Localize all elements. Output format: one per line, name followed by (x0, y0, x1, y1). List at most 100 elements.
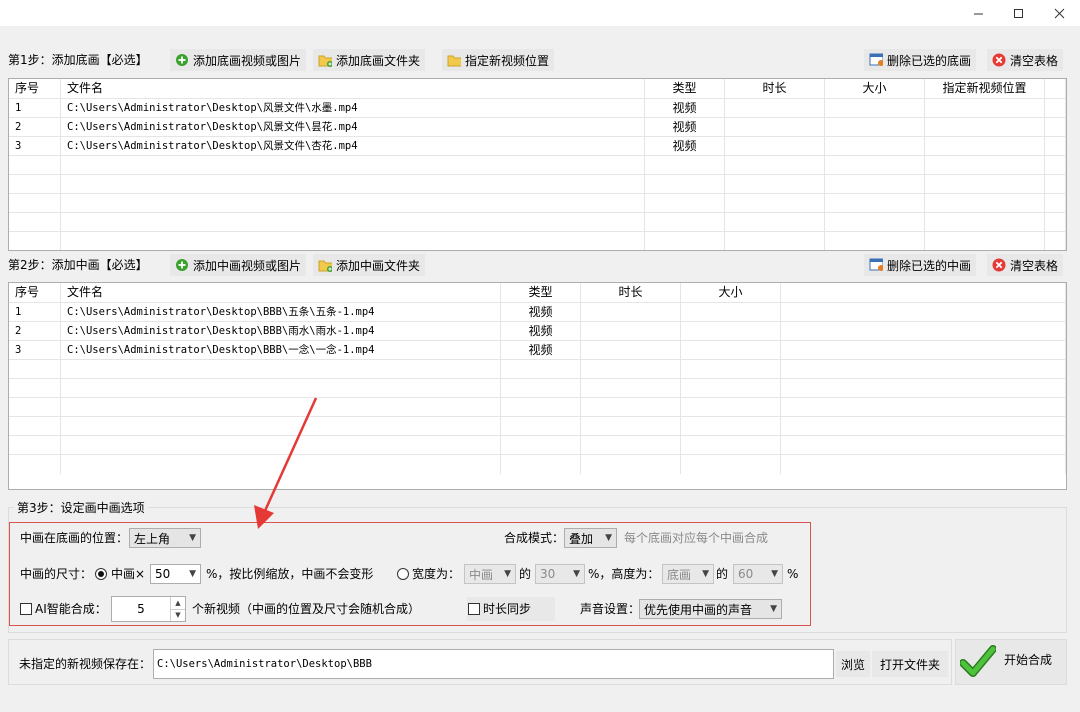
width-percent-select[interactable]: 30 ▼ (535, 564, 585, 584)
percent-suffix: % (787, 567, 799, 581)
add-overlay-folder-button[interactable]: 添加中画文件夹 (313, 254, 426, 276)
title-bar (0, 0, 1080, 26)
width-percent-value: 30 (540, 567, 556, 581)
col-filename[interactable]: 文件名 (61, 283, 501, 302)
folder-add-icon (318, 258, 332, 272)
ai-checkbox[interactable] (20, 603, 32, 615)
table-row[interactable]: 1 C:\Users\Administrator\Desktop\BBB\五条\… (9, 303, 1066, 322)
clear-icon (992, 53, 1006, 67)
add-overlay-media-button[interactable]: 添加中画视频或图片 (170, 254, 307, 276)
delete-selected-base-button[interactable]: 删除已选的底画 (864, 49, 977, 71)
table-row[interactable]: 2 C:\Users\Administrator\Desktop\风景文件\昙花… (9, 118, 1066, 137)
row-type: 视频 (501, 341, 581, 359)
start-label: 开始合成 (1004, 653, 1053, 667)
chevron-down-icon: ▼ (771, 569, 778, 579)
empty-row (9, 232, 1066, 250)
table-row[interactable]: 2 C:\Users\Administrator\Desktop\BBB\雨水\… (9, 322, 1066, 341)
radio-selected-icon (95, 568, 107, 580)
minimize-icon (973, 13, 983, 14)
spin-down-icon[interactable]: ▼ (171, 610, 185, 622)
spin-up-icon[interactable]: ▲ (171, 597, 185, 610)
table-row[interactable]: 1 C:\Users\Administrator\Desktop\风景文件\水墨… (9, 99, 1066, 118)
col-index[interactable]: 序号 (9, 79, 61, 98)
open-folder-button[interactable]: 打开文件夹 (872, 651, 948, 677)
clear-icon (992, 258, 1006, 272)
col-duration[interactable]: 时长 (725, 79, 825, 98)
ai-count-spinner[interactable]: 5 ▲ ▼ (111, 596, 186, 622)
add-overlay-folder-label: 添加中画文件夹 (336, 258, 421, 273)
empty-row (9, 455, 1066, 474)
height-percent-select[interactable]: 60 ▼ (733, 564, 783, 584)
row-filler (781, 322, 1066, 340)
step1-title: 第1步：添加底画【必选】 (8, 53, 148, 67)
delete-selected-icon (869, 258, 883, 272)
ai-suffix: 个新视频（中画的位置及尺寸会随机合成） (192, 602, 421, 616)
overlay-video-table[interactable]: 序号 文件名 类型 时长 大小 1 C:\Users\Administrator… (8, 282, 1067, 490)
clear-table-1-button[interactable]: 清空表格 (987, 49, 1064, 71)
output-path-input[interactable]: C:\Users\Administrator\Desktop\BBB (153, 649, 834, 679)
chevron-down-icon: ▼ (189, 533, 196, 543)
table-row[interactable]: 3 C:\Users\Administrator\Desktop\风景文件\杏花… (9, 137, 1066, 156)
radio-unselected-icon (397, 568, 409, 580)
row-duration (725, 137, 825, 155)
row-location (925, 99, 1045, 117)
ratio-radio[interactable] (95, 568, 107, 580)
folder-add-icon (318, 53, 332, 67)
col-type[interactable]: 类型 (645, 79, 725, 98)
duration-sync-label: 时长同步 (483, 602, 532, 616)
row-file: C:\Users\Administrator\Desktop\BBB\雨水\雨水… (61, 322, 501, 340)
audio-value: 优先使用中画的声音 (644, 602, 753, 617)
col-size[interactable]: 大小 (681, 283, 781, 302)
row-type: 视频 (501, 303, 581, 321)
chevron-down-icon: ▼ (573, 569, 580, 579)
add-base-media-label: 添加底画视频或图片 (193, 53, 302, 68)
col-size[interactable]: 大小 (825, 79, 925, 98)
delete-selected-overlay-label: 删除已选的中画 (887, 258, 972, 273)
row-file: C:\Users\Administrator\Desktop\风景文件\昙花.m… (61, 118, 645, 136)
empty-row (9, 436, 1066, 455)
clear-table-2-label: 清空表格 (1010, 258, 1059, 273)
col-new-location[interactable]: 指定新视频位置 (925, 79, 1045, 98)
maximize-button[interactable] (995, 0, 1041, 26)
row-size (681, 322, 781, 340)
base-video-table[interactable]: 序号 文件名 类型 时长 大小 指定新视频位置 1 C:\Users\Admin… (8, 78, 1067, 251)
width-radio[interactable] (397, 568, 409, 583)
col-filename[interactable]: 文件名 (61, 79, 645, 98)
height-label: %，高度为： (588, 567, 660, 581)
add-base-media-button[interactable]: 添加底画视频或图片 (170, 49, 307, 71)
add-circle-icon (175, 258, 189, 272)
row-filler (1045, 118, 1066, 136)
table-row[interactable]: 3 C:\Users\Administrator\Desktop\BBB\一念\… (9, 341, 1066, 360)
ratio-select[interactable]: 50 ▼ (150, 564, 201, 584)
blend-mode-select[interactable]: 叠加 ▼ (564, 528, 617, 548)
width-ref-select[interactable]: 中画 ▼ (464, 564, 516, 584)
row-filler (781, 341, 1066, 359)
delete-selected-overlay-button[interactable]: 删除已选的中画 (864, 254, 977, 276)
of-label-1: 的 (519, 567, 532, 581)
set-new-video-location-button[interactable]: 指定新视频位置 (442, 49, 555, 71)
col-type[interactable]: 类型 (501, 283, 581, 302)
chevron-down-icon: ▼ (504, 569, 511, 579)
row-size (681, 341, 781, 359)
empty-row (9, 175, 1066, 194)
add-base-folder-button[interactable]: 添加底画文件夹 (313, 49, 426, 71)
table-header: 序号 文件名 类型 时长 大小 指定新视频位置 (9, 79, 1066, 99)
size-label: 中画的尺寸： (20, 567, 93, 581)
duration-sync-checkbox[interactable]: 时长同步 (467, 597, 555, 621)
empty-row (9, 379, 1066, 398)
row-filler (1045, 99, 1066, 117)
close-button[interactable] (1036, 0, 1080, 26)
base-rows: 1 C:\Users\Administrator\Desktop\风景文件\水墨… (9, 99, 1066, 250)
col-index[interactable]: 序号 (9, 283, 61, 302)
row-location (925, 118, 1045, 136)
position-select[interactable]: 左上角 ▼ (129, 528, 201, 548)
col-duration[interactable]: 时长 (581, 283, 681, 302)
row-index: 3 (9, 137, 61, 155)
height-ref-select[interactable]: 底画 ▼ (662, 564, 714, 584)
browse-button[interactable]: 浏览 (836, 651, 870, 677)
clear-table-2-button[interactable]: 清空表格 (987, 254, 1064, 276)
audio-select[interactable]: 优先使用中画的声音 ▼ (639, 599, 782, 619)
blend-mode-value: 叠加 (569, 531, 594, 546)
start-button[interactable]: 开始合成 (955, 639, 1067, 685)
blend-mode-hint: 每个底画对应每个中画合成 (624, 531, 769, 545)
